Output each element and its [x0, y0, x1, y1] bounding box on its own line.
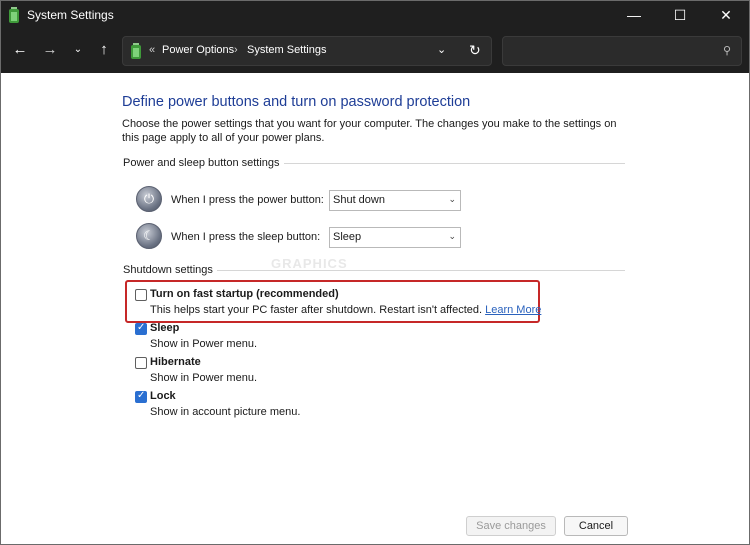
system-settings-window: System Settings — ☐ ✕ ← → ⌄ ↑ « Power Op…	[0, 0, 750, 545]
hibernate-option-description: Show in Power menu.	[150, 372, 257, 384]
navigation-bar: ← → ⌄ ↑ « Power Options › System Setting…	[1, 29, 749, 73]
forward-arrow-icon[interactable]: →	[39, 39, 61, 61]
search-box[interactable]: ⚲	[502, 36, 742, 66]
sleep-button-action-select[interactable]: Sleep ⌄	[329, 227, 461, 248]
sleep-button-label: When I press the sleep button:	[171, 231, 321, 243]
power-glyph-icon: ⏻	[143, 191, 155, 206]
breadcrumb-power-options[interactable]: Power Options	[162, 44, 234, 56]
fast-startup-highlight-box	[125, 280, 540, 323]
power-group-title: Power and sleep button settings	[123, 157, 284, 169]
power-button-action-select[interactable]: Shut down ⌄	[329, 190, 461, 211]
address-dropdown-icon[interactable]: ⌄	[437, 43, 446, 56]
window-title: System Settings	[27, 8, 114, 22]
power-button-label: When I press the power button:	[171, 194, 324, 206]
overflow-chevrons-icon[interactable]: «	[149, 44, 155, 56]
hibernate-checkbox[interactable]	[135, 357, 147, 369]
checkmark-icon: ✓	[137, 322, 146, 333]
cancel-button[interactable]: Cancel	[564, 516, 628, 536]
close-button[interactable]: ✕	[703, 1, 749, 29]
power-options-icon	[131, 43, 141, 59]
recent-locations-chevron-icon[interactable]: ⌄	[67, 39, 89, 61]
breadcrumb-separator-icon[interactable]: ›	[234, 44, 238, 56]
sleep-button-action-value: Sleep	[333, 231, 362, 243]
fast-startup-checkbox[interactable]	[135, 289, 147, 301]
back-arrow-icon[interactable]: ←	[9, 39, 31, 61]
sleep-button-icon: ☾	[136, 223, 162, 249]
title-bar[interactable]: System Settings — ☐ ✕	[1, 1, 749, 29]
power-button-action-value: Shut down	[333, 194, 385, 206]
shutdown-group-title: Shutdown settings	[123, 264, 217, 276]
sleep-checkbox[interactable]: ✓	[135, 322, 147, 335]
chevron-down-icon: ⌄	[448, 231, 456, 241]
page-description: Choose the power settings that you want …	[122, 118, 617, 144]
address-bar[interactable]: « Power Options › System Settings ⌄ ↻	[122, 36, 492, 66]
fast-startup-label[interactable]: Turn on fast startup (recommended)	[150, 288, 339, 300]
sleep-option-description: Show in Power menu.	[150, 338, 257, 350]
hibernate-option-label[interactable]: Hibernate	[150, 356, 201, 368]
lock-option-description: Show in account picture menu.	[150, 406, 301, 418]
lock-checkbox[interactable]: ✓	[135, 390, 147, 403]
sleep-option-label[interactable]: Sleep	[150, 322, 179, 334]
power-button-icon: ⏻	[136, 186, 162, 212]
watermark-logo: GRAPHICS	[271, 256, 348, 271]
moon-icon: ☾	[143, 228, 155, 243]
content-pane: Define power buttons and turn on passwor…	[1, 73, 749, 544]
page-title: Define power buttons and turn on passwor…	[122, 94, 471, 110]
search-icon[interactable]: ⚲	[723, 44, 731, 57]
up-arrow-icon[interactable]: ↑	[93, 39, 115, 61]
checkmark-icon: ✓	[137, 390, 146, 401]
maximize-button[interactable]: ☐	[657, 1, 703, 29]
learn-more-link[interactable]: Learn More	[485, 304, 541, 316]
refresh-icon[interactable]: ↻	[469, 42, 481, 59]
save-changes-button[interactable]: Save changes	[466, 516, 556, 536]
lock-option-label[interactable]: Lock	[150, 390, 176, 402]
power-options-app-icon	[9, 7, 19, 23]
minimize-button[interactable]: —	[611, 1, 657, 29]
fast-startup-description: This helps start your PC faster after sh…	[150, 304, 541, 316]
breadcrumb-system-settings[interactable]: System Settings	[247, 44, 326, 56]
fast-startup-description-text: This helps start your PC faster after sh…	[150, 304, 483, 316]
chevron-down-icon: ⌄	[448, 194, 456, 204]
